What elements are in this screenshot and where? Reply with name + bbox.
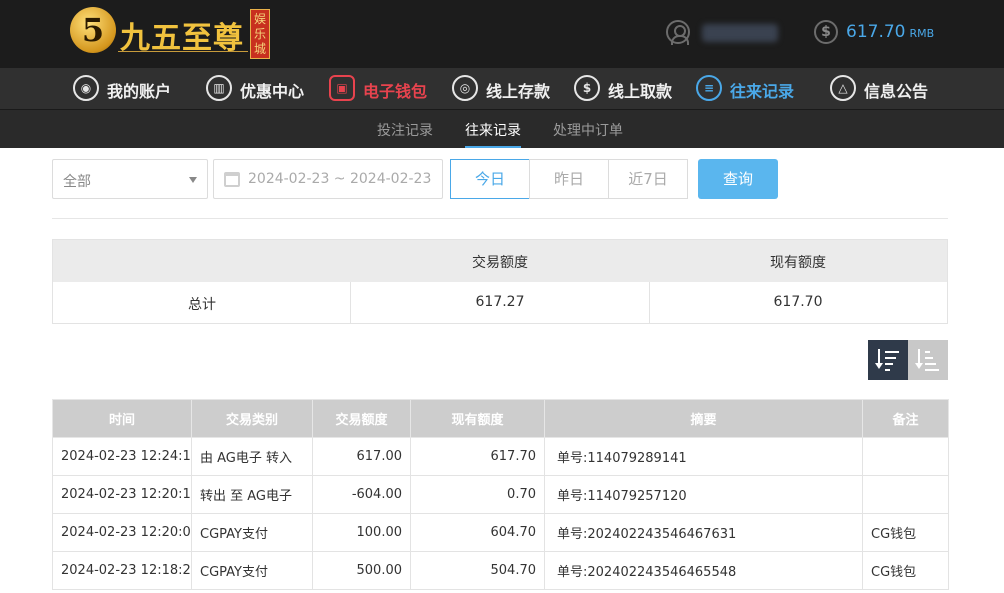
cell-time: 2024-02-23 12:18:23 (52, 551, 192, 590)
search-button[interactable]: 查询 (698, 159, 778, 199)
divider (350, 282, 351, 323)
logo-badge: 娱乐城 (250, 9, 270, 59)
sort-ascending-icon (915, 349, 940, 371)
cell-remark: CG钱包 (862, 551, 949, 590)
cell-amount: 100.00 (312, 513, 411, 552)
type-select-value: 全部 (63, 174, 91, 190)
nav-label: 电子钱包 (363, 82, 428, 101)
balance-value: 617.70 (846, 22, 906, 42)
cell-balance: 604.70 (410, 513, 545, 552)
records-table: 时间 交易类别 交易额度 现有额度 摘要 备注 2024-02-23 12:24… (52, 399, 949, 590)
bell-icon: △ (830, 75, 856, 101)
nav-label: 我的账户 (107, 82, 172, 101)
cell-amount: -604.00 (312, 475, 411, 514)
summary-table: 交易额度 现有额度 总计 617.27 617.70 (52, 239, 948, 324)
subnav-transactions[interactable]: 往来记录 (465, 120, 521, 148)
cell-type: 由 AG电子 转入 (191, 437, 313, 476)
user-icon[interactable] (666, 20, 690, 45)
divider (649, 282, 650, 323)
last-7-days-button[interactable]: 近7日 (608, 159, 688, 199)
table-row[interactable]: 2024-02-23 12:20:09 CGPAY支付 100.00 604.7… (52, 513, 949, 552)
table-row[interactable]: 2024-02-23 12:20:19 转出 至 AG电子 -604.00 0.… (52, 475, 949, 514)
cell-time: 2024-02-23 12:24:17 (52, 437, 192, 476)
nav-label: 往来记录 (730, 82, 795, 101)
records-icon: ≡ (696, 75, 722, 101)
balance-display: 617.70 RMB (846, 22, 934, 42)
summary-col-balance: 现有额度 (770, 255, 826, 271)
type-select[interactable]: 全部 (52, 159, 208, 199)
deposit-icon: ◎ (452, 75, 478, 101)
cell-type: CGPAY支付 (191, 513, 313, 552)
cell-time: 2024-02-23 12:20:09 (52, 513, 192, 552)
cell-balance: 617.70 (410, 437, 545, 476)
cell-summary: 单号:114079289141 (544, 437, 863, 476)
cell-remark (862, 475, 949, 514)
cell-type: CGPAY支付 (191, 551, 313, 590)
logo-numeral: 5 (81, 11, 105, 49)
date-range-value: 2024-02-23 ~ 2024-02-23 (248, 171, 432, 187)
logo-swoosh (118, 51, 248, 55)
sub-nav: 投注记录 往来记录 处理中订单 (0, 110, 1004, 148)
date-range-input[interactable]: 2024-02-23 ~ 2024-02-23 (213, 159, 443, 199)
cell-amount: 617.00 (312, 437, 411, 476)
today-button[interactable]: 今日 (450, 159, 530, 199)
username-redacted (702, 24, 778, 42)
cell-remark (862, 437, 949, 476)
balance-unit: RMB (909, 27, 935, 40)
withdraw-icon: $ (574, 75, 600, 101)
summary-row-label: 总计 (188, 297, 216, 313)
summary-balance-total: 617.70 (773, 294, 823, 310)
col-type[interactable]: 交易类别 (191, 399, 313, 438)
col-time[interactable]: 时间 (52, 399, 192, 438)
cell-amount: 500.00 (312, 551, 411, 590)
subnav-pending-orders[interactable]: 处理中订单 (553, 120, 623, 140)
sort-descending-icon (875, 349, 900, 371)
cell-time: 2024-02-23 12:20:19 (52, 475, 192, 514)
top-header: 5 九五至尊 娱乐城 $ 617.70 RMB (0, 0, 1004, 68)
nav-label: 线上取款 (608, 82, 673, 101)
sort-ascending-button[interactable] (908, 340, 948, 380)
nav-label: 线上存款 (486, 82, 551, 101)
col-balance[interactable]: 现有额度 (410, 399, 545, 438)
logo-emblem: 5 (70, 7, 116, 53)
cell-remark: CG钱包 (862, 513, 949, 552)
nav-label: 优惠中心 (240, 82, 305, 101)
dollar-icon: $ (814, 20, 838, 44)
main-nav: ◉ 我的账户 ▥ 优惠中心 ▣ 电子钱包 ◎ 线上存款 $ 线上取款 ≡ 往来记… (0, 68, 1004, 110)
col-remark[interactable]: 备注 (862, 399, 949, 438)
summary-col-trade: 交易额度 (472, 255, 528, 271)
subnav-bet-records[interactable]: 投注记录 (377, 120, 433, 140)
col-amount[interactable]: 交易额度 (312, 399, 411, 438)
calendar-icon (224, 172, 240, 187)
site-logo[interactable]: 5 九五至尊 娱乐城 (70, 5, 275, 61)
sort-descending-button[interactable] (868, 340, 908, 380)
gift-icon: ▥ (206, 75, 232, 101)
divider (52, 218, 948, 219)
cell-summary: 单号:202402243546465548 (544, 551, 863, 590)
cell-balance: 0.70 (410, 475, 545, 514)
table-row[interactable]: 2024-02-23 12:18:23 CGPAY支付 500.00 504.7… (52, 551, 949, 590)
user-icon: ◉ (73, 75, 99, 101)
nav-label: 信息公告 (864, 82, 929, 101)
table-header-row: 时间 交易类别 交易额度 现有额度 摘要 备注 (52, 399, 949, 438)
cell-summary: 单号:202402243546467631 (544, 513, 863, 552)
col-summary[interactable]: 摘要 (544, 399, 863, 438)
yesterday-button[interactable]: 昨日 (529, 159, 609, 199)
summary-trade-total: 617.27 (475, 294, 525, 310)
caret-down-icon (189, 177, 197, 183)
table-row[interactable]: 2024-02-23 12:24:17 由 AG电子 转入 617.00 617… (52, 437, 949, 476)
cell-type: 转出 至 AG电子 (191, 475, 313, 514)
wallet-icon: ▣ (329, 75, 355, 101)
cell-balance: 504.70 (410, 551, 545, 590)
cell-summary: 单号:114079257120 (544, 475, 863, 514)
